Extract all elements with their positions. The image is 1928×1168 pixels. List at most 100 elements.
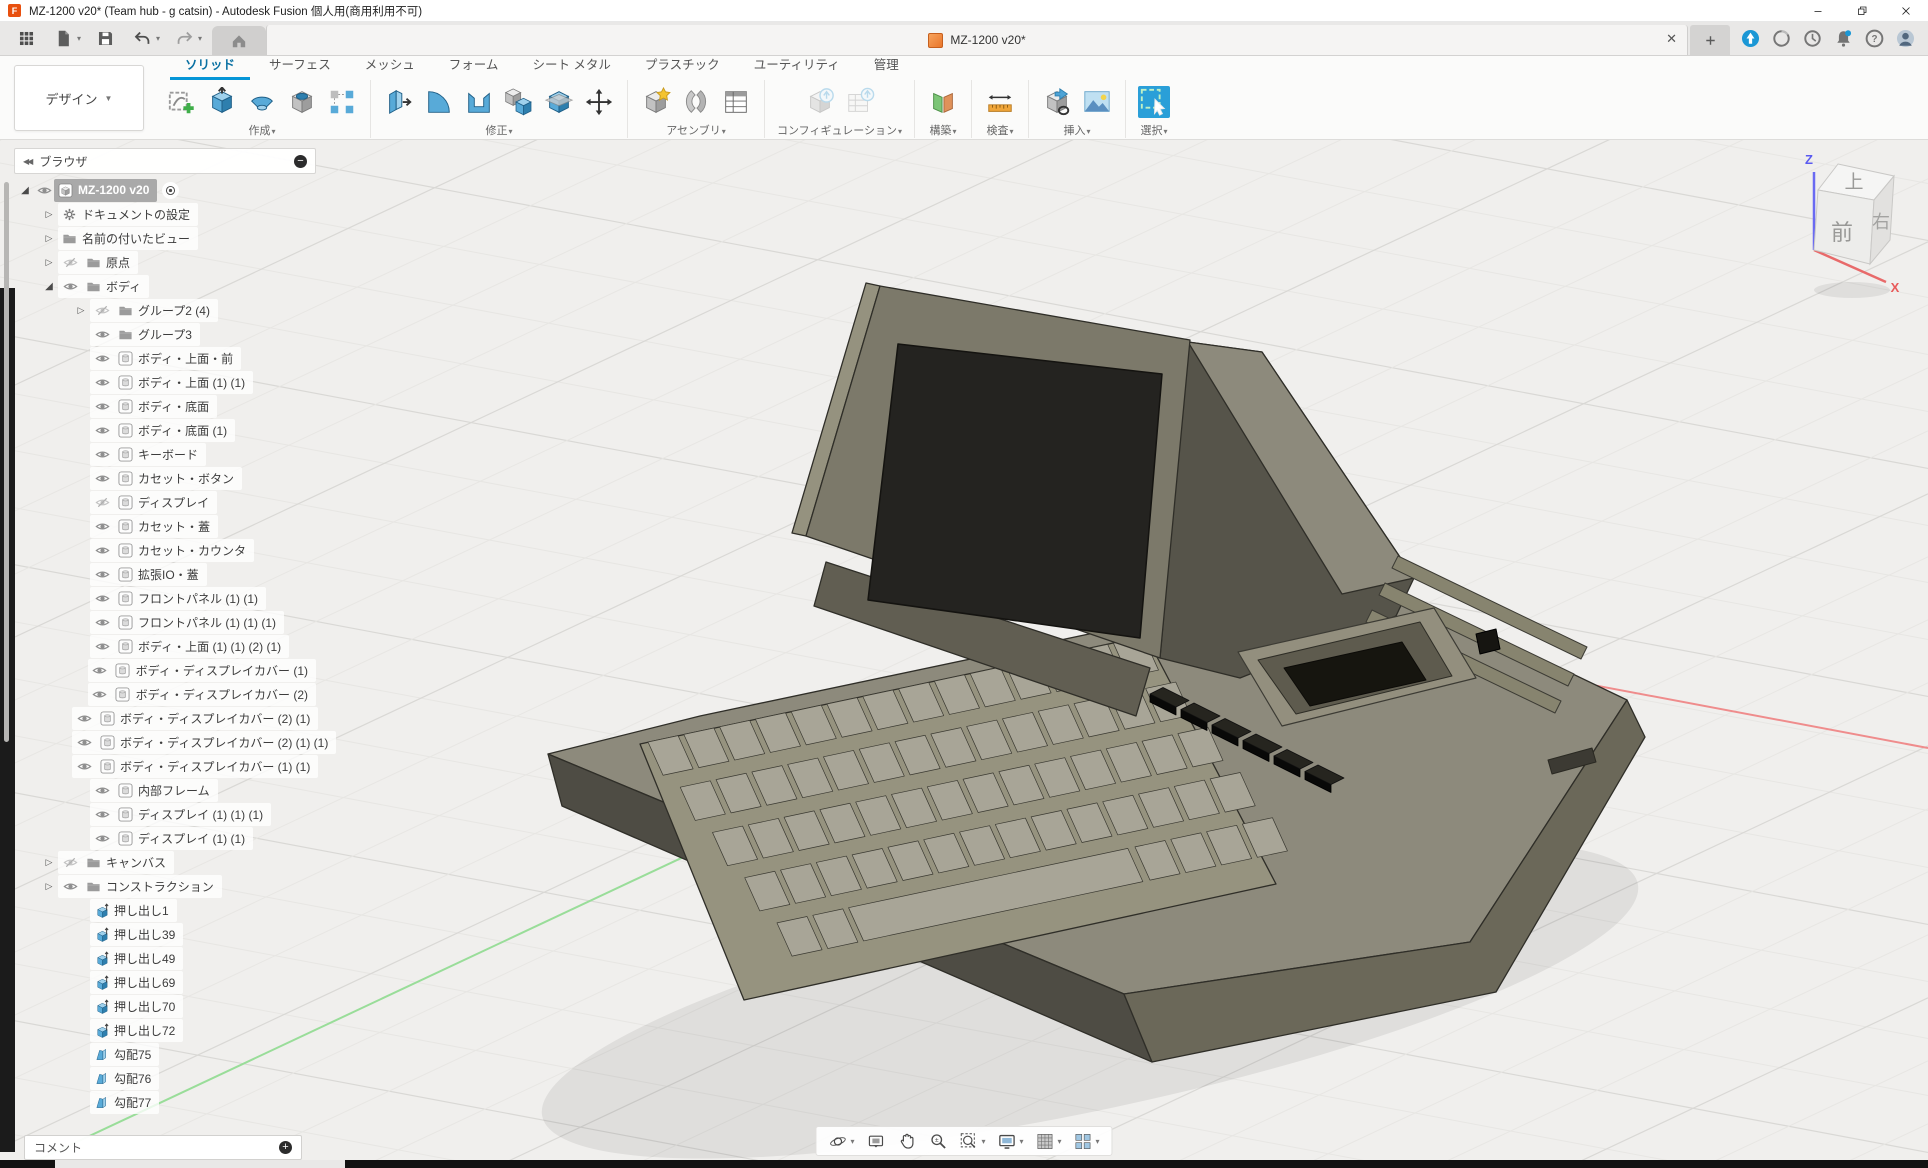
look-at-button[interactable]	[862, 1130, 889, 1153]
tree-row[interactable]: ▷原点	[14, 250, 316, 274]
eye-icon[interactable]	[74, 759, 94, 774]
eye-icon[interactable]	[92, 543, 112, 558]
notifications-button[interactable]	[1833, 28, 1854, 49]
move-copy-button[interactable]	[583, 86, 615, 118]
ribbon-tab-ソリッド[interactable]: ソリッド	[170, 51, 250, 80]
eye-icon[interactable]	[90, 663, 110, 678]
tree-row[interactable]: 内部フレーム	[14, 778, 316, 802]
eye-icon[interactable]	[92, 567, 112, 582]
tree-row[interactable]: ディスプレイ (1) (1) (1)	[14, 802, 316, 826]
fit-button[interactable]: ▾	[955, 1130, 989, 1153]
eye-icon[interactable]	[92, 471, 112, 486]
tree-row[interactable]: ▷グループ2 (4)	[14, 298, 316, 322]
tree-row[interactable]: フロントパネル (1) (1) (1)	[14, 610, 316, 634]
group-dropdown-検査[interactable]: 検査▾	[987, 122, 1014, 138]
undo-button[interactable]: ▾	[126, 27, 164, 50]
tree-row[interactable]: 押し出し69	[14, 970, 316, 994]
restore-button[interactable]	[1840, 0, 1884, 21]
eye-icon[interactable]	[92, 519, 112, 534]
tree-row[interactable]: キーボード	[14, 442, 316, 466]
collapse-arrow-icon[interactable]: ◢	[40, 281, 58, 292]
close-button[interactable]	[1884, 0, 1928, 21]
tree-row[interactable]: ボディ・ディスプレイカバー (1)	[14, 658, 316, 682]
viewcube-right-label[interactable]: 右	[1872, 212, 1890, 232]
ribbon-tab-管理[interactable]: 管理	[859, 51, 914, 80]
expand-arrow-icon[interactable]: ▷	[40, 209, 58, 220]
tree-row[interactable]: ◢ボディ	[14, 274, 316, 298]
select-button[interactable]	[1138, 86, 1170, 118]
revolve-button[interactable]	[246, 86, 278, 118]
tree-row[interactable]: ボディ・上面 (1) (1)	[14, 370, 316, 394]
tree-row[interactable]: カセット・カウンタ	[14, 538, 316, 562]
measure-button[interactable]	[984, 86, 1016, 118]
rectangular-pattern-button[interactable]	[326, 86, 358, 118]
collapse-arrow-icon[interactable]: ◢	[16, 185, 34, 196]
combine-button[interactable]	[503, 86, 535, 118]
tree-row[interactable]: ▷コンストラクション	[14, 874, 316, 898]
create-sketch-button[interactable]	[166, 86, 198, 118]
eye-icon[interactable]	[92, 591, 112, 606]
tree-row[interactable]: ボディ・ディスプレイカバー (2) (1)	[14, 706, 316, 730]
construction-plane-button[interactable]	[927, 86, 959, 118]
tree-row[interactable]: フロントパネル (1) (1)	[14, 586, 316, 610]
viewports-button[interactable]: ▾	[1070, 1130, 1104, 1153]
tree-row[interactable]: ◢MZ-1200 v20	[14, 178, 316, 202]
decal-button[interactable]	[1081, 86, 1113, 118]
add-comment-icon[interactable]: +	[279, 1141, 292, 1154]
grid-settings-button[interactable]: ▾	[1032, 1130, 1066, 1153]
tree-row[interactable]: ボディ・ディスプレイカバー (2)	[14, 682, 316, 706]
panel-collapse-icon[interactable]: ◀◀	[23, 157, 31, 166]
tree-row[interactable]: 勾配75	[14, 1042, 316, 1066]
tree-row[interactable]: ボディ・ディスプレイカバー (2) (1) (1)	[14, 730, 316, 754]
tab-close-icon[interactable]: ✕	[1666, 32, 1677, 45]
ribbon-tab-シート メタル[interactable]: シート メタル	[517, 51, 625, 80]
group-dropdown-作成[interactable]: 作成▾	[248, 122, 275, 138]
eye-off-icon[interactable]	[92, 495, 112, 510]
tree-row[interactable]: カセット・ボタン	[14, 466, 316, 490]
hole-button[interactable]	[286, 86, 318, 118]
eye-icon[interactable]	[92, 399, 112, 414]
expand-arrow-icon[interactable]: ▷	[40, 881, 58, 892]
eye-icon[interactable]	[92, 807, 112, 822]
activate-component-radio[interactable]	[162, 182, 179, 199]
ribbon-tab-メッシュ[interactable]: メッシュ	[350, 51, 430, 80]
group-dropdown-挿入[interactable]: 挿入▾	[1064, 122, 1091, 138]
eye-icon[interactable]	[60, 879, 80, 894]
eye-icon[interactable]	[60, 279, 80, 294]
tree-row[interactable]: 押し出し1	[14, 898, 316, 922]
tree-row[interactable]: ボディ・上面・前	[14, 346, 316, 370]
comment-bar[interactable]: コメント +	[24, 1135, 302, 1160]
panel-remove-icon[interactable]: −	[294, 155, 307, 168]
fillet-button[interactable]	[423, 86, 455, 118]
tree-row[interactable]: 押し出し70	[14, 994, 316, 1018]
group-dropdown-構築[interactable]: 構築▾	[930, 122, 957, 138]
eye-off-icon[interactable]	[60, 255, 80, 270]
press-pull-button[interactable]	[383, 86, 415, 118]
group-dropdown-アセンブリ[interactable]: アセンブリ▾	[666, 122, 725, 138]
eye-icon[interactable]	[90, 687, 110, 702]
bom-table-button[interactable]	[720, 86, 752, 118]
split-body-button[interactable]	[543, 86, 575, 118]
viewport-3d[interactable]: ◀◀ ブラウザ − ◢MZ-1200 v20▷ドキュメントの設定▷名前の付いたビ…	[0, 140, 1928, 1168]
insert-derive-button[interactable]	[1041, 86, 1073, 118]
profile-avatar[interactable]	[1895, 28, 1916, 49]
ribbon-tab-フォーム[interactable]: フォーム	[434, 51, 514, 80]
eye-icon[interactable]	[92, 447, 112, 462]
group-dropdown-修正[interactable]: 修正▾	[485, 122, 512, 138]
file-menu-button[interactable]: ▾	[47, 27, 85, 50]
tree-row[interactable]: 押し出し39	[14, 922, 316, 946]
help-button[interactable]: ?	[1864, 28, 1885, 49]
tree-row[interactable]: グループ3	[14, 322, 316, 346]
workspace-selector[interactable]: デザイン ▼	[14, 65, 144, 131]
browser-scrollbar[interactable]	[4, 182, 9, 742]
orbit-button[interactable]: ▾	[824, 1130, 858, 1153]
group-dropdown-コンフィギュレーション[interactable]: コンフィギュレーション▾	[777, 122, 902, 138]
tree-row[interactable]: ボディ・ディスプレイカバー (1) (1)	[14, 754, 316, 778]
tree-row[interactable]: 拡張IO・蓋	[14, 562, 316, 586]
ribbon-tab-サーフェス[interactable]: サーフェス	[254, 51, 346, 80]
configuration-table-button[interactable]	[844, 86, 876, 118]
tree-row[interactable]: 押し出し72	[14, 1018, 316, 1042]
viewcube-front-label[interactable]: 前	[1831, 220, 1853, 245]
eye-icon[interactable]	[92, 351, 112, 366]
eye-icon[interactable]	[92, 639, 112, 654]
